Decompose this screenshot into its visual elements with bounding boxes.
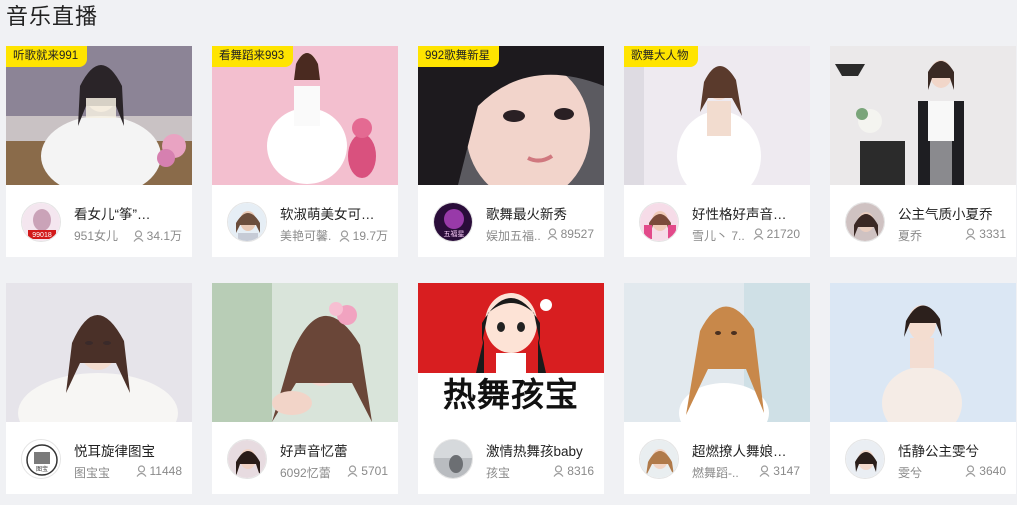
room-info: 五福星 歌舞最火新秀 娱加五福.. 89527 bbox=[418, 185, 604, 257]
viewer-count: 3640 bbox=[965, 464, 1006, 478]
live-room-card[interactable]: 图宝 悦耳旋律图宝 图宝宝 11448 bbox=[6, 283, 192, 494]
user-icon bbox=[553, 465, 564, 477]
avatar[interactable] bbox=[639, 202, 679, 242]
live-room-card[interactable]: 歌舞大人物 好性格好声音… 雪儿丶 7.. 21720 bbox=[624, 46, 810, 257]
room-meta: 雯兮 3640 bbox=[898, 464, 1012, 480]
user-icon bbox=[547, 228, 558, 240]
host-name[interactable]: 燃舞蹈-.. bbox=[692, 464, 739, 481]
room-tag: 992歌舞新星 bbox=[418, 46, 500, 67]
live-room-card[interactable]: 热舞孩宝 激情热舞孩baby 孩宝 8316 bbox=[418, 283, 604, 494]
user-icon bbox=[965, 465, 976, 477]
room-meta: 娱加五福.. 89527 bbox=[486, 227, 600, 243]
avatar[interactable]: 图宝 bbox=[21, 439, 61, 479]
viewer-count: 11448 bbox=[136, 464, 182, 478]
room-title[interactable]: 好性格好声音… bbox=[692, 203, 802, 223]
section-title: 音乐直播 bbox=[6, 4, 99, 29]
banner-text: 热舞孩宝 bbox=[443, 376, 579, 413]
room-info: 好性格好声音… 雪儿丶 7.. 21720 bbox=[624, 185, 810, 257]
user-icon bbox=[759, 465, 770, 477]
room-info: 99018 看女儿“筝”… 951女儿 34.1万 bbox=[6, 185, 192, 257]
host-name[interactable]: 图宝宝 bbox=[74, 464, 110, 481]
host-name[interactable]: 雪儿丶 7.. bbox=[692, 227, 745, 244]
room-meta: 美艳可馨. 19.7万 bbox=[280, 227, 394, 243]
avatar[interactable] bbox=[845, 439, 885, 479]
avatar[interactable] bbox=[845, 202, 885, 242]
room-title[interactable]: 悦耳旋律图宝 bbox=[74, 440, 184, 460]
room-info: 超燃撩人舞娘… 燃舞蹈-.. 3147 bbox=[624, 422, 810, 494]
room-thumbnail[interactable]: 歌舞大人物 bbox=[624, 46, 810, 185]
avatar[interactable] bbox=[227, 439, 267, 479]
room-title[interactable]: 看女儿“筝”… bbox=[74, 203, 184, 223]
avatar[interactable] bbox=[227, 202, 267, 242]
avatar[interactable] bbox=[433, 439, 473, 479]
live-room-card[interactable]: 好声音忆蕾 6092忆蕾 5701 bbox=[212, 283, 398, 494]
room-thumbnail[interactable] bbox=[624, 283, 810, 422]
room-info: 图宝 悦耳旋律图宝 图宝宝 11448 bbox=[6, 422, 192, 494]
svg-text:五福星: 五福星 bbox=[444, 229, 465, 238]
room-title[interactable]: 好声音忆蕾 bbox=[280, 440, 390, 460]
viewer-count: 3147 bbox=[759, 464, 800, 478]
room-title[interactable]: 公主气质小夏乔 bbox=[898, 203, 1008, 223]
room-thumbnail[interactable]: 热舞孩宝 bbox=[418, 283, 604, 422]
room-tag: 看舞蹈来993 bbox=[212, 46, 294, 67]
user-icon bbox=[339, 230, 350, 242]
room-thumbnail[interactable] bbox=[212, 283, 398, 422]
room-meta: 951女儿 34.1万 bbox=[74, 227, 188, 243]
room-title[interactable]: 激情热舞孩baby bbox=[486, 440, 596, 460]
live-room-card[interactable]: 恬静公主雯兮 雯兮 3640 bbox=[830, 283, 1016, 494]
host-name[interactable]: 孩宝 bbox=[486, 464, 510, 481]
avatar[interactable] bbox=[639, 439, 679, 479]
user-icon bbox=[136, 465, 146, 477]
viewer-count: 21720 bbox=[753, 227, 800, 241]
room-thumbnail[interactable]: 992歌舞新星 bbox=[418, 46, 604, 185]
host-name[interactable]: 美艳可馨. bbox=[280, 227, 331, 244]
host-name[interactable]: 娱加五福.. bbox=[486, 227, 541, 244]
room-tag: 歌舞大人物 bbox=[624, 46, 698, 67]
svg-text:图宝: 图宝 bbox=[36, 465, 48, 473]
live-room-card[interactable]: 听歌就来991 99018 看女儿“筝”… 951女儿 34.1万 bbox=[6, 46, 192, 257]
user-icon bbox=[133, 230, 144, 242]
room-info: 公主气质小夏乔 夏乔 3331 bbox=[830, 185, 1016, 257]
room-meta: 夏乔 3331 bbox=[898, 227, 1012, 243]
live-room-card[interactable]: 992歌舞新星 五福星 歌舞最火新秀 娱加五福.. 89527 bbox=[418, 46, 604, 257]
viewer-count: 19.7万 bbox=[339, 227, 388, 244]
room-meta: 孩宝 8316 bbox=[486, 464, 600, 480]
room-info: 激情热舞孩baby 孩宝 8316 bbox=[418, 422, 604, 494]
room-title[interactable]: 软淑萌美女可… bbox=[280, 203, 390, 223]
viewer-count: 3331 bbox=[965, 227, 1006, 241]
host-name[interactable]: 雯兮 bbox=[898, 464, 922, 481]
viewer-count: 8316 bbox=[553, 464, 594, 478]
room-meta: 燃舞蹈-.. 3147 bbox=[692, 464, 806, 480]
room-thumbnail[interactable] bbox=[830, 283, 1016, 422]
room-info: 恬静公主雯兮 雯兮 3640 bbox=[830, 422, 1016, 494]
live-room-card[interactable]: 公主气质小夏乔 夏乔 3331 bbox=[830, 46, 1016, 257]
avatar[interactable]: 五福星 bbox=[433, 202, 473, 242]
avatar[interactable]: 99018 bbox=[21, 202, 61, 242]
room-thumbnail[interactable]: 看舞蹈来993 bbox=[212, 46, 398, 185]
room-tag: 听歌就来991 bbox=[6, 46, 88, 67]
svg-text:99018: 99018 bbox=[32, 232, 52, 239]
user-icon bbox=[753, 228, 764, 240]
host-name[interactable]: 夏乔 bbox=[898, 227, 922, 244]
host-name[interactable]: 6092忆蕾 bbox=[280, 464, 331, 481]
room-meta: 图宝宝 11448 bbox=[74, 464, 188, 480]
room-info: 好声音忆蕾 6092忆蕾 5701 bbox=[212, 422, 398, 494]
live-room-card[interactable]: 看舞蹈来993 软淑萌美女可… 美艳可馨. 19.7万 bbox=[212, 46, 398, 257]
user-icon bbox=[965, 228, 976, 240]
room-info: 软淑萌美女可… 美艳可馨. 19.7万 bbox=[212, 185, 398, 257]
user-icon bbox=[347, 465, 358, 477]
viewer-count: 89527 bbox=[547, 227, 594, 241]
room-meta: 雪儿丶 7.. 21720 bbox=[692, 227, 806, 243]
room-title[interactable]: 超燃撩人舞娘… bbox=[692, 440, 802, 460]
room-title[interactable]: 歌舞最火新秀 bbox=[486, 203, 596, 223]
live-room-card[interactable]: 超燃撩人舞娘… 燃舞蹈-.. 3147 bbox=[624, 283, 810, 494]
host-name[interactable]: 951女儿 bbox=[74, 227, 118, 244]
room-meta: 6092忆蕾 5701 bbox=[280, 464, 394, 480]
room-thumbnail[interactable] bbox=[830, 46, 1016, 185]
room-title[interactable]: 恬静公主雯兮 bbox=[898, 440, 1008, 460]
viewer-count: 5701 bbox=[347, 464, 388, 478]
room-thumbnail[interactable]: 听歌就来991 bbox=[6, 46, 192, 185]
room-thumbnail[interactable] bbox=[6, 283, 192, 422]
viewer-count: 34.1万 bbox=[133, 227, 182, 244]
